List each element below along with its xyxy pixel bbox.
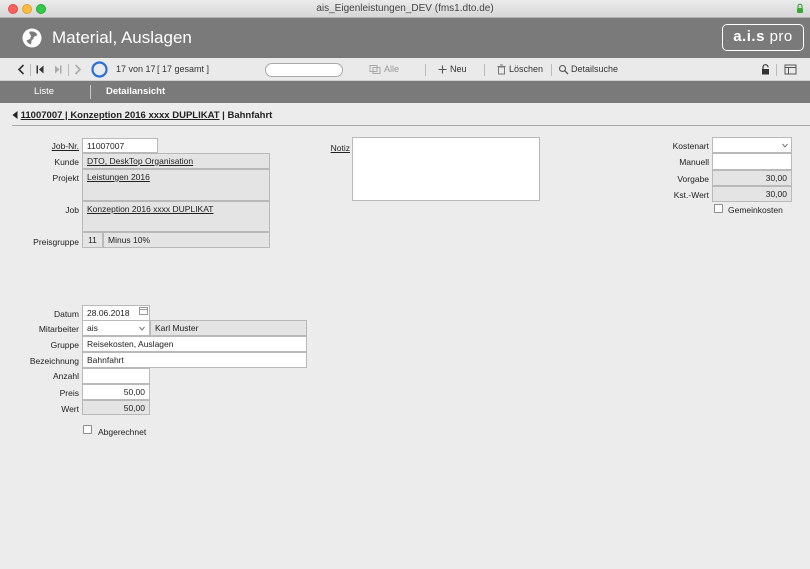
preis-field[interactable]: 50,00 <box>82 384 150 400</box>
plus-icon[interactable] <box>437 64 448 75</box>
chevron-down-icon <box>782 143 788 148</box>
kunde-field[interactable]: DTO, DeskTop Organisation <box>82 153 270 169</box>
mitarbeiter-dropdown[interactable]: ais <box>82 320 150 336</box>
breadcrumb-divider <box>12 125 810 126</box>
vorgabe-field: 30,00 <box>712 170 792 186</box>
window-titlebar: ais_Eigenleistungen_DEV (fms1.dto.de) <box>0 0 810 18</box>
app-header: Material, Auslagen a.i.s pro <box>0 18 810 58</box>
show-all-button[interactable]: Alle <box>384 58 399 81</box>
record-position: 17 von 17 <box>116 64 156 74</box>
lock-icon <box>797 3 803 13</box>
anzahl-label: Anzahl <box>53 371 79 381</box>
preisgruppe-nr-field: 11 <box>82 232 103 248</box>
preisgruppe-field: Minus 10% <box>103 232 270 248</box>
notiz-textarea[interactable] <box>352 137 540 201</box>
bezeichnung-field[interactable]: Bahnfahrt <box>82 352 307 368</box>
breadcrumb-job-link[interactable]: 11007007 | Konzeption 2016 xxxx DUPLIKAT <box>21 110 220 121</box>
delete-button[interactable]: Löschen <box>509 58 543 81</box>
show-all-icon[interactable] <box>369 64 382 75</box>
vorgabe-label: Vorgabe <box>677 174 709 184</box>
mitarbeiter-code: ais <box>87 323 98 333</box>
app-title: Material, Auslagen <box>52 28 192 47</box>
toolbar: 17 von 17 [ 17 gesamt ] Alle Neu Löschen… <box>0 58 810 81</box>
trash-icon[interactable] <box>496 64 507 75</box>
mitarbeiter-label: Mitarbeiter <box>38 324 79 334</box>
toolbar-separator <box>776 64 777 76</box>
mitarbeiter-name-field: Karl Muster <box>150 320 307 336</box>
toolbar-separator <box>425 64 426 76</box>
breadcrumb: 11007007 | Konzeption 2016 xxxx DUPLIKAT… <box>12 110 272 121</box>
tab-detailansicht[interactable]: Detailansicht <box>106 81 165 103</box>
new-button[interactable]: Neu <box>450 58 467 81</box>
next-record-icon[interactable] <box>52 64 63 75</box>
app-logo-icon <box>22 28 42 48</box>
toolbar-separator <box>30 64 31 76</box>
detail-search-button[interactable]: Detailsuche <box>571 58 618 81</box>
kostenart-label: Kostenart <box>672 141 709 151</box>
anzahl-field[interactable] <box>82 368 150 384</box>
bezeichnung-label: Bezeichnung <box>29 356 79 366</box>
magnifier-icon[interactable] <box>558 64 569 75</box>
tab-divider <box>90 85 91 99</box>
job-label: Job <box>65 205 79 215</box>
back-icon[interactable] <box>16 64 27 75</box>
forward-icon[interactable] <box>72 64 83 75</box>
job-field[interactable]: Konzeption 2016 xxxx DUPLIKAT <box>82 201 270 232</box>
gruppe-field[interactable]: Reisekosten, Auslagen <box>82 336 307 352</box>
padlock-icon[interactable] <box>760 64 771 75</box>
chevron-down-icon <box>139 326 145 331</box>
wert-field: 50,00 <box>82 400 150 415</box>
gemeinkosten-label: Gemeinkosten <box>728 205 783 215</box>
abgerechnet-checkbox[interactable] <box>83 425 92 434</box>
wert-label: Wert <box>61 404 79 414</box>
record-total: [ 17 gesamt ] <box>157 64 210 74</box>
window-title: ais_Eigenleistungen_DEV (fms1.dto.de) <box>316 3 494 14</box>
breadcrumb-suffix: | Bahnfahrt <box>219 110 273 121</box>
preisgruppe-label: Preisgruppe <box>33 237 79 247</box>
quick-search-input[interactable] <box>265 63 343 77</box>
kst-wert-label: Kst.-Wert <box>673 190 709 200</box>
brand-logo: a.i.s pro <box>722 24 804 51</box>
previous-record-icon[interactable] <box>35 64 46 75</box>
manuell-label: Manuell <box>679 157 709 167</box>
notiz-label[interactable]: Notiz <box>320 143 350 153</box>
breadcrumb-back-icon[interactable] <box>12 111 18 119</box>
gruppe-label: Gruppe <box>50 340 79 350</box>
projekt-field[interactable]: Leistungen 2016 <box>82 169 270 201</box>
manuell-field[interactable] <box>712 153 792 170</box>
record-progress-icon <box>91 61 108 78</box>
calendar-icon[interactable] <box>139 306 148 315</box>
kunde-label: Kunde <box>54 157 79 167</box>
view-tabs: Liste Detailansicht <box>0 81 810 103</box>
job-nr-field[interactable]: 11007007 <box>82 138 158 153</box>
kst-wert-field: 30,00 <box>712 186 792 202</box>
datum-label: Datum <box>53 309 79 319</box>
tab-liste[interactable]: Liste <box>34 81 54 103</box>
layout-icon[interactable] <box>784 64 797 75</box>
projekt-label: Projekt <box>52 173 79 183</box>
job-nr-label[interactable]: Job-Nr. <box>40 141 79 151</box>
toolbar-separator <box>551 64 552 76</box>
abgerechnet-label: Abgerechnet <box>98 427 147 437</box>
preis-label: Preis <box>59 388 79 398</box>
gemeinkosten-checkbox[interactable] <box>714 204 723 213</box>
kostenart-dropdown[interactable] <box>712 137 792 153</box>
toolbar-separator <box>484 64 485 76</box>
toolbar-separator <box>68 64 69 76</box>
